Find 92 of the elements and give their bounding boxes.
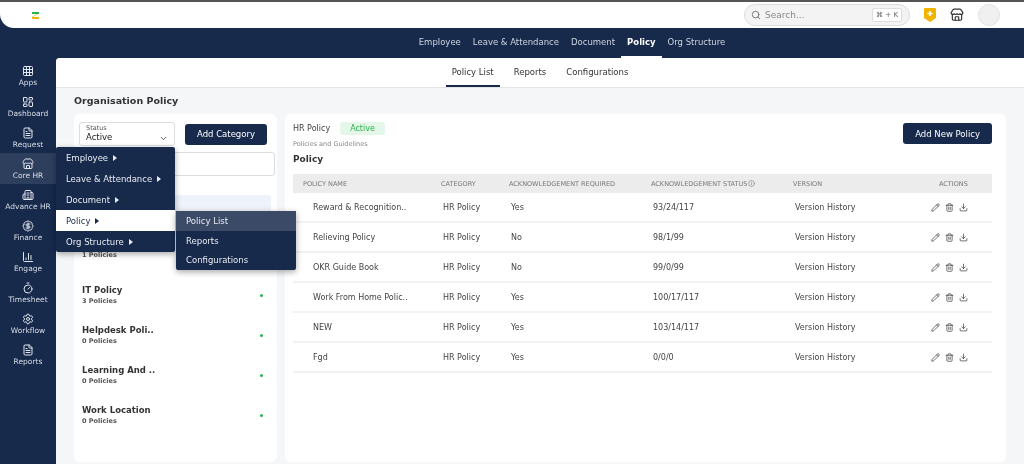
table-cell: 93/24/117 <box>641 193 783 223</box>
table-cell: HR Policy <box>431 223 499 253</box>
download-icon[interactable] <box>959 292 968 302</box>
bar-chart-icon <box>22 250 34 263</box>
table-cell: NEW <box>293 313 431 343</box>
edit-icon[interactable] <box>931 322 940 332</box>
edit-icon[interactable] <box>931 232 940 242</box>
trash-icon[interactable] <box>945 292 954 302</box>
category-label: HR Policy <box>293 124 331 133</box>
category-name: Helpdesk Poli.. <box>82 325 154 335</box>
status-dot <box>260 293 263 297</box>
grid-icon <box>22 64 34 77</box>
trash-icon[interactable] <box>945 202 954 212</box>
category-name: IT Policy <box>82 285 123 295</box>
trash-icon[interactable] <box>945 262 954 272</box>
table-cell: HR Policy <box>431 253 499 283</box>
add-policy-button[interactable]: Add New Policy <box>903 123 992 144</box>
table-cell: Fgd <box>293 343 431 373</box>
menu-item[interactable]: Document <box>56 189 175 210</box>
download-icon[interactable] <box>959 322 968 332</box>
table-cell: Yes <box>499 343 641 373</box>
sub-tab[interactable]: Policy List <box>445 58 500 87</box>
table-cell: Yes <box>499 313 641 343</box>
logo-icon <box>32 11 39 19</box>
table-cell: Version History <box>783 283 903 313</box>
table-cell: 99/0/99 <box>641 253 783 283</box>
chevron-icon <box>159 134 168 143</box>
menu-item[interactable]: Policy <box>56 210 175 231</box>
table-cell: HR Policy <box>431 283 499 313</box>
table-cell: HR Policy <box>431 193 499 223</box>
page-title: Organisation Policy <box>74 94 180 106</box>
sub-tab[interactable]: Configurations <box>560 58 635 87</box>
status-dot <box>260 333 263 337</box>
caret-icon <box>157 175 162 182</box>
nav-tab[interactable]: Leave & Attendance <box>466 28 566 58</box>
caret-icon <box>128 238 133 245</box>
settings-icon <box>22 312 34 325</box>
status-badge: Active <box>340 122 385 135</box>
nav-tab[interactable]: Org Structure <box>661 28 732 58</box>
category-name: Learning And .. <box>82 365 156 375</box>
document-icon <box>22 126 34 139</box>
building-icon <box>22 188 34 201</box>
add-category-button[interactable]: Add Category <box>185 123 267 145</box>
section-heading: Policy <box>293 154 325 164</box>
table-cell: 100/17/117 <box>641 283 783 313</box>
trash-icon[interactable] <box>945 322 954 332</box>
search-icon <box>751 10 761 20</box>
download-icon[interactable] <box>959 202 968 212</box>
table-cell: HR Policy <box>431 313 499 343</box>
status-dot <box>260 413 263 417</box>
category-name: Work Location <box>82 405 151 415</box>
table-cell: Work From Home Polic.. <box>293 283 431 313</box>
table-cell: 98/1/99 <box>641 223 783 253</box>
sub-tab[interactable]: Reports <box>507 58 553 87</box>
download-icon[interactable] <box>959 262 968 272</box>
status-dot <box>260 373 263 377</box>
caret-icon <box>95 217 100 224</box>
menu-item[interactable]: Org Structure <box>56 231 175 252</box>
edit-icon[interactable] <box>931 352 940 362</box>
menu-item[interactable]: Leave & Attendance <box>56 168 175 189</box>
menu-item[interactable]: Employee <box>56 147 175 168</box>
table-cell: Yes <box>499 193 641 223</box>
table-cell: 0/0/0 <box>641 343 783 373</box>
store-icon[interactable] <box>950 8 964 22</box>
edit-icon[interactable] <box>931 292 940 302</box>
document-icon <box>22 343 34 356</box>
submenu-item[interactable]: Policy List <box>176 211 296 231</box>
nav-tab[interactable]: Employee <box>412 28 467 58</box>
timer-icon <box>22 281 34 294</box>
table-cell: Version History <box>783 253 903 283</box>
table-cell: Yes <box>499 283 641 313</box>
caret-icon <box>115 196 120 203</box>
submenu-item[interactable]: Reports <box>176 230 296 251</box>
table-cell: No <box>499 223 641 253</box>
table-cell: No <box>499 253 641 283</box>
table-cell: Version History <box>783 223 903 253</box>
table-cell: 103/14/117 <box>641 313 783 343</box>
nav-tab[interactable]: Document <box>565 28 622 58</box>
download-icon[interactable] <box>959 352 968 362</box>
dashboard-icon <box>22 95 34 108</box>
table-cell: Version History <box>783 343 903 373</box>
table-cell: Version History <box>783 193 903 223</box>
download-icon[interactable] <box>959 232 968 242</box>
store-icon <box>22 157 34 170</box>
table-cell: Version History <box>783 313 903 343</box>
edit-icon[interactable] <box>931 202 940 212</box>
trash-icon[interactable] <box>945 352 954 362</box>
caret-icon <box>113 154 118 161</box>
table-cell: HR Policy <box>431 343 499 373</box>
edit-icon[interactable] <box>931 262 940 272</box>
trash-icon[interactable] <box>945 232 954 242</box>
submenu-item[interactable]: Configurations <box>176 250 296 271</box>
